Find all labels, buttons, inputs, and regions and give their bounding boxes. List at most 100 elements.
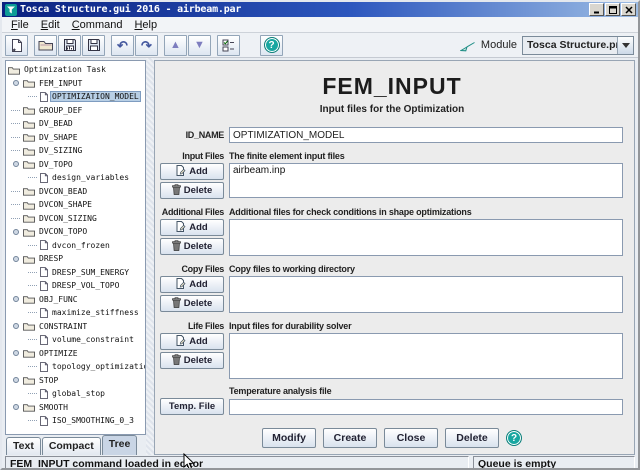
editor-panel: FEM_INPUT Input files for the Optimizati… xyxy=(154,60,635,455)
temp-file-button[interactable]: Temp. File xyxy=(160,398,224,415)
tree-node-dv-bead[interactable]: DV_BEAD xyxy=(8,117,145,131)
tree-node-dresp-sum-energy[interactable]: DRESP_SUM_ENERGY xyxy=(8,266,145,280)
panel-splitter[interactable] xyxy=(146,58,154,455)
menu-help[interactable]: Help xyxy=(128,19,163,31)
tree-node-topology-optimization[interactable]: topology_optimization xyxy=(8,360,145,374)
expand-handle-icon[interactable] xyxy=(13,323,19,329)
module-value: Tosca Structure.pre xyxy=(523,39,617,51)
close-button[interactable]: Close xyxy=(384,428,438,448)
temp-file-description: Temperature analysis file xyxy=(229,386,331,396)
title-bar[interactable]: Tosca Structure.gui 2016 - airbeam.par xyxy=(2,2,638,17)
expand-handle-icon[interactable] xyxy=(13,229,19,235)
tree-node-label: DVCON_TOPO xyxy=(38,227,88,236)
additional-files-add-button[interactable]: Add xyxy=(160,219,224,236)
tree-node-dv-sizing[interactable]: DV_SIZING xyxy=(8,144,145,158)
tree-node-optimization-model[interactable]: OPTIMIZATION_MODEL xyxy=(8,90,145,104)
tree-node-constraint[interactable]: CONSTRAINT xyxy=(8,320,145,334)
menu-file[interactable]: File xyxy=(5,19,35,31)
new-file-button[interactable] xyxy=(5,35,28,56)
expand-handle-icon[interactable] xyxy=(13,80,19,86)
tree-node-group-def[interactable]: GROUP_DEF xyxy=(8,104,145,118)
life-files-delete-button[interactable]: Delete xyxy=(160,352,224,369)
tree-node-maximize-stiffness[interactable]: maximize_stiffness xyxy=(8,306,145,320)
copy-files-delete-button[interactable]: Delete xyxy=(160,295,224,312)
menu-edit[interactable]: Edit xyxy=(35,19,66,31)
move-down-button[interactable]: ▼ xyxy=(188,35,211,56)
tree-node-iso-smoothing-0-3[interactable]: ISO_SMOOTHING_0_3 xyxy=(8,414,145,428)
create-button[interactable]: Create xyxy=(323,428,377,448)
toolbar-help-button[interactable]: ? xyxy=(260,35,283,56)
tab-tree[interactable]: Tree xyxy=(102,435,138,455)
life-files-list[interactable] xyxy=(229,333,623,379)
tree-node-label: OPTIMIZATION_MODEL xyxy=(51,92,140,101)
expand-handle-icon[interactable] xyxy=(13,161,19,167)
folder-icon xyxy=(23,402,35,412)
input-files-list[interactable]: airbeam.inp xyxy=(229,163,623,198)
tree-node-label: volume_constraint xyxy=(51,335,135,344)
open-folder-icon xyxy=(38,38,54,52)
file-icon xyxy=(40,240,48,250)
file-item[interactable]: airbeam.inp xyxy=(233,165,619,176)
tree-node-label: dvcon_frozen xyxy=(51,241,111,250)
menu-command[interactable]: Command xyxy=(66,19,129,31)
additional-files-delete-button[interactable]: Delete xyxy=(160,238,224,255)
tree-node-optimize[interactable]: OPTIMIZE xyxy=(8,347,145,361)
tree-node-dvcon-sizing[interactable]: DVCON_SIZING xyxy=(8,212,145,226)
tree-node-volume-constraint[interactable]: volume_constraint xyxy=(8,333,145,347)
file-icon xyxy=(40,335,48,345)
tree-node-dvcon-bead[interactable]: DVCON_BEAD xyxy=(8,185,145,199)
id-name-input[interactable] xyxy=(229,127,623,143)
open-file-button[interactable] xyxy=(34,35,57,56)
tree-node-optimization-task[interactable]: Optimization Task xyxy=(8,63,145,77)
sidebar-tabs: TextCompactTree xyxy=(5,435,146,455)
expand-handle-icon[interactable] xyxy=(13,296,19,302)
temp-file-input[interactable] xyxy=(229,399,623,415)
tree-node-dresp[interactable]: DRESP xyxy=(8,252,145,266)
move-up-button[interactable]: ▲ xyxy=(164,35,187,56)
redo-button[interactable]: ↷ xyxy=(135,35,158,56)
copy-files-list[interactable] xyxy=(229,276,623,313)
tree-node-dvcon-frozen[interactable]: dvcon_frozen xyxy=(8,239,145,253)
tree-node-fem-input[interactable]: FEM_INPUT xyxy=(8,77,145,91)
tab-compact[interactable]: Compact xyxy=(42,437,101,455)
app-window: Tosca Structure.gui 2016 - airbeam.par F… xyxy=(0,0,640,470)
folder-icon xyxy=(23,105,35,115)
input-files-add-button[interactable]: Add xyxy=(160,163,224,180)
tree-node-dvcon-shape[interactable]: DVCON_SHAPE xyxy=(8,198,145,212)
save-button[interactable] xyxy=(82,35,105,56)
tree-node-obj-func[interactable]: OBJ_FUNC xyxy=(8,293,145,307)
module-select[interactable]: Tosca Structure.pre xyxy=(522,36,634,55)
form-help-icon[interactable]: ? xyxy=(506,430,522,446)
folder-icon xyxy=(23,119,35,129)
tree-node-dv-shape[interactable]: DV_SHAPE xyxy=(8,131,145,145)
action-buttons: Modify Create Close Delete ? xyxy=(160,428,624,448)
copy-files-add-button[interactable]: Add xyxy=(160,276,224,293)
expand-handle-icon[interactable] xyxy=(13,256,19,262)
expand-handle-icon[interactable] xyxy=(13,350,19,356)
additional-files-list[interactable] xyxy=(229,219,623,256)
minimize-icon[interactable] xyxy=(589,3,604,16)
maximize-icon[interactable] xyxy=(605,3,620,16)
close-icon[interactable] xyxy=(621,3,636,16)
expand-handle-icon[interactable] xyxy=(13,377,19,383)
chevron-down-icon[interactable] xyxy=(617,37,633,54)
tree-node-global-stop[interactable]: global_stop xyxy=(8,387,145,401)
tree-node-dv-topo[interactable]: DV_TOPO xyxy=(8,158,145,172)
save-all-button[interactable] xyxy=(58,35,81,56)
modify-button[interactable]: Modify xyxy=(262,428,316,448)
tree-node-dresp-vol-topo[interactable]: DRESP_VOL_TOPO xyxy=(8,279,145,293)
tree-node-dvcon-topo[interactable]: DVCON_TOPO xyxy=(8,225,145,239)
delete-button[interactable]: Delete xyxy=(445,428,499,448)
options-button[interactable] xyxy=(217,35,240,56)
trash-icon xyxy=(172,240,181,254)
tree-node-design-variables[interactable]: design_variables xyxy=(8,171,145,185)
undo-button[interactable]: ↶ xyxy=(111,35,134,56)
tree-node-stop[interactable]: STOP xyxy=(8,374,145,388)
tab-text[interactable]: Text xyxy=(6,437,41,455)
input-files-delete-button[interactable]: Delete xyxy=(160,182,224,199)
tree-node-label: OBJ_FUNC xyxy=(38,295,79,304)
tree-node-smooth[interactable]: SMOOTH xyxy=(8,401,145,415)
folder-icon xyxy=(23,294,35,304)
expand-handle-icon[interactable] xyxy=(13,404,19,410)
life-files-add-button[interactable]: Add xyxy=(160,333,224,350)
